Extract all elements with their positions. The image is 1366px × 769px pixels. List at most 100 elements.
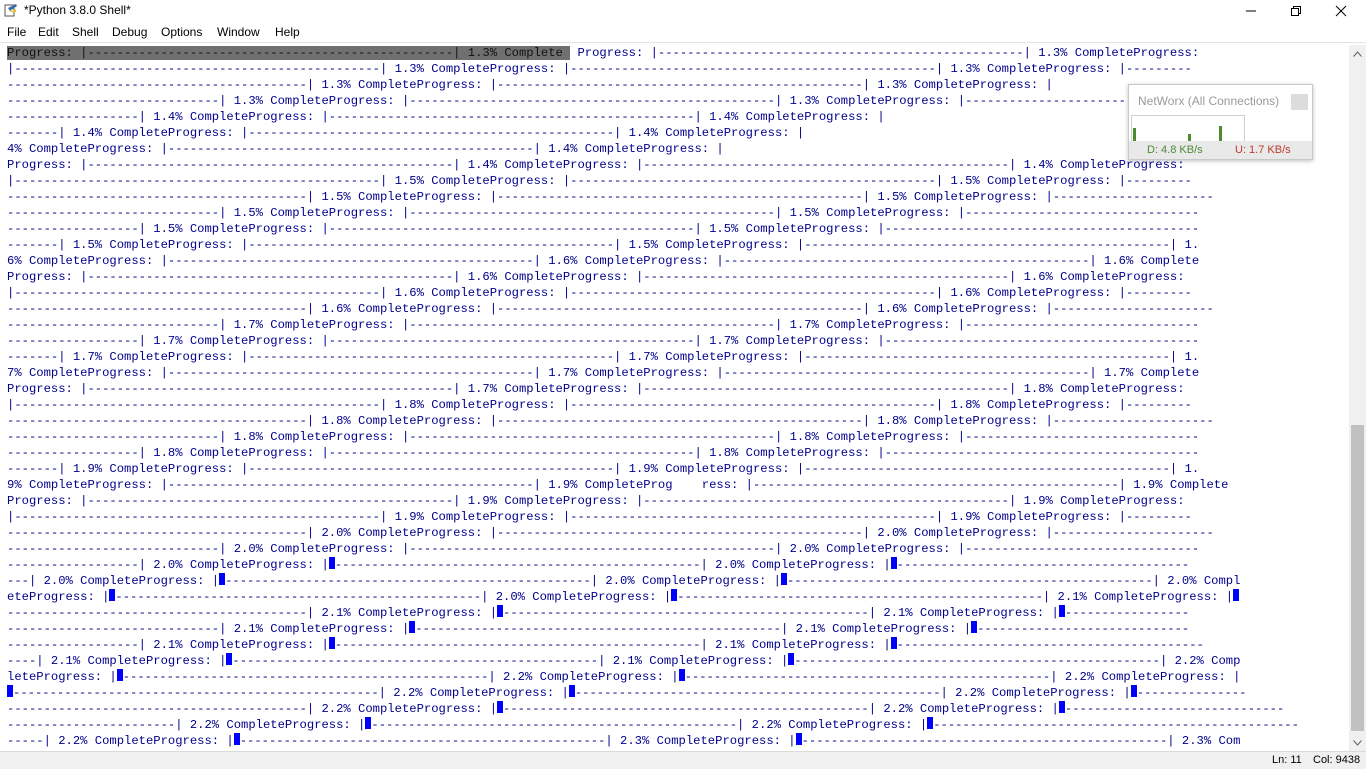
console-line: |---------------------------------------… [7,174,1192,188]
menu-window[interactable]: Window [217,25,260,39]
console-line: ----| 2.1% CompleteProgress: | ----------… [7,653,1240,669]
console-line: Progress: |-----------------------------… [7,45,1199,61]
download-speed: D: 4.8 KB/s [1147,144,1203,156]
console-text: eteProgress: | [7,590,110,604]
console-text: ----------------------------------------… [794,654,1241,668]
console-line: -----------------------------| 1.8% Comp… [7,430,1200,444]
console-line: 6% CompleteProgress: |------------------… [7,254,1200,268]
console-line: -------| 1.7% CompleteProgress: |-------… [7,350,1200,364]
upload-speed: U: 1.7 KB/s [1235,144,1291,156]
console-line: 7% CompleteProgress: |------------------… [7,366,1200,380]
console-text: ----------------------------------------… [371,718,928,732]
vertical-scrollbar[interactable] [1349,45,1366,751]
selected-text: Progress: |-----------------------------… [7,46,571,60]
console-text: ----------------------------------------… [334,558,891,572]
console-text: ----| 2.1% CompleteProgress: | [7,654,227,668]
menu-options[interactable]: Options [161,25,202,39]
console-line: Progress: |-----------------------------… [7,494,1185,508]
scrollbar-thumb[interactable] [1351,425,1364,731]
menu-edit[interactable]: Edit [38,25,59,39]
console-line: ---| 2.0% CompleteProgress: | -----------… [7,573,1240,589]
console-line: ------------------| 2.0% CompleteProgres… [7,557,1189,573]
scroll-down-button[interactable] [1349,734,1366,751]
python-idle-icon [4,4,17,17]
console-line: ------------------| 1.5% CompleteProgres… [7,222,1200,236]
console-line: |---------------------------------------… [7,286,1192,300]
close-button[interactable] [1318,0,1364,22]
console-text: ----------------------------------------… [574,686,1131,700]
console-line: ------------------| 1.7% CompleteProgres… [7,334,1200,348]
chevron-up-icon [1353,50,1362,57]
console-line: -----------------------------| 2.0% Comp… [7,542,1200,556]
console-line: -------| 1.9% CompleteProgress: |-------… [7,462,1200,476]
console-text: -----------------------------| 2.1% Comp… [7,622,410,636]
minimize-button[interactable] [1228,0,1274,22]
networx-close-button[interactable] [1291,94,1308,110]
console-line: ------------------| 2.1% CompleteProgres… [7,637,1204,653]
console-line: -----------------------| 2.2% CompletePr… [7,717,1299,733]
networx-title: NetWorx (All Connections) [1138,94,1280,108]
console-text: ----------------------------- [977,622,1190,636]
console-text: -----| 2.2% CompleteProgress: | [7,734,234,748]
console-line: ----------------------------------------… [7,414,1214,428]
console-line: 4% CompleteProgress: |------------------… [7,142,724,156]
console-line: eteProgress: | --------------------------… [7,589,1240,605]
status-bar: Ln: 11 Col: 9438 [0,751,1366,769]
console-line: -----------------------------| 1.5% Comp… [7,206,1200,220]
traffic-bar [1133,128,1136,142]
console-line: Progress: |-----------------------------… [7,270,1185,284]
window-title: *Python 3.8.0 Shell* [24,3,131,17]
console-line: leteProgress: | -------------------------… [7,669,1240,685]
title-bar: *Python 3.8.0 Shell* [0,0,1366,22]
console-line: -----------------------------| 2.1% Comp… [7,621,1189,637]
console-text: --------------- [1136,686,1247,700]
console-text: ----------------------------------------… [7,702,498,716]
console-text: ----------------------------------------… [115,590,672,604]
networx-widget[interactable]: NetWorx (All Connections) D: 4.8 KB/s U:… [1128,84,1313,160]
console-text: -----------------------| 2.2% CompletePr… [7,718,366,732]
console-text: ----------------------------------------… [503,702,1059,716]
console-line: |---------------------------------------… [7,62,1192,76]
console-line: |---------------------------------------… [7,398,1192,412]
menu-shell[interactable]: Shell [72,25,99,39]
console-text: ---------------------------------------- [896,558,1190,572]
column-number: Col: 9438 [1313,754,1361,766]
console-text: ---| 2.0% CompleteProgress: | [7,574,220,588]
console-text: ----------------------------------------… [896,638,1204,652]
console-line: ----------------------------------------… [7,78,1053,92]
console-text: ------------------| 2.1% CompleteProgres… [7,638,329,652]
line-number: Ln: 11 [1272,754,1302,766]
console-line: ------------------| 1.4% CompleteProgres… [7,110,885,124]
console-text: leteProgress: | [7,670,117,684]
scroll-up-button[interactable] [1349,45,1366,62]
networx-traffic-graph [1131,115,1245,143]
console-line: -----| 2.2% CompleteProgress: | ---------… [7,733,1240,749]
console-text: ----------------------------------------… [7,606,498,620]
console-text: ----------------------------------------… [122,670,679,684]
close-icon [1335,5,1347,17]
console-text: ----------------------------------------… [677,590,1234,604]
console-line: ----------------------------------------… [7,526,1214,540]
console-text: ----------------------------------------… [933,718,1299,732]
traffic-bar [1219,126,1222,142]
console-line: Progress: |-----------------------------… [7,382,1185,396]
console-line: -------| 1.5% CompleteProgress: |-------… [7,238,1200,252]
menu-help[interactable]: Help [275,25,300,39]
console-text: ----------------------------------------… [786,574,1241,588]
console-text: ----------------------------------------… [801,734,1241,748]
console-line: -------| 1.4% CompleteProgress: |-------… [7,126,805,140]
console-line: ----------------------------------------… [7,685,1246,701]
console-text: ------------------| 2.0% CompleteProgres… [7,558,329,572]
console-text: ------------------------------ [1064,702,1285,716]
console-line: -----------------------------| 1.3% Comp… [7,94,1126,108]
menu-debug[interactable]: Debug [112,25,147,39]
console-text: Progress: |-----------------------------… [570,46,1200,60]
restore-button[interactable] [1273,0,1319,22]
minimize-icon [1246,10,1256,12]
menu-file[interactable]: File [7,25,26,39]
console-text: ----------------------------------------… [684,670,1241,684]
console-text: ----------------------------------------… [334,638,891,652]
console-text: ----------------------------------------… [13,686,569,700]
console-line: ----------------------------------------… [7,605,1189,621]
console-text: ----------------------------------------… [225,574,781,588]
